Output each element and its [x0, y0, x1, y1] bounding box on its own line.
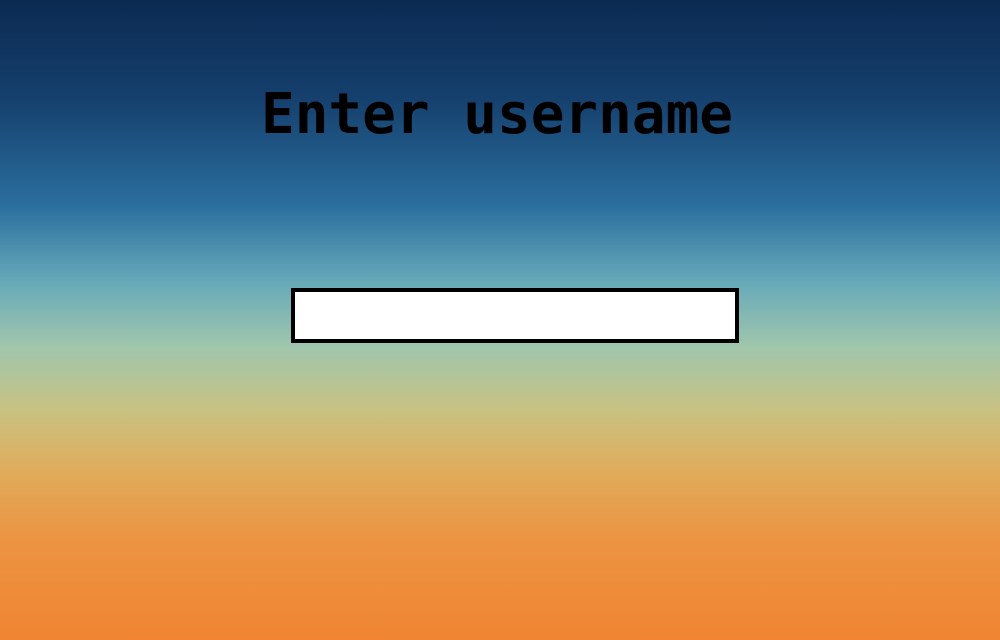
username-input[interactable] [291, 288, 739, 343]
enter-username-heading: Enter username [260, 82, 733, 147]
login-screen: Enter username [0, 0, 1000, 640]
